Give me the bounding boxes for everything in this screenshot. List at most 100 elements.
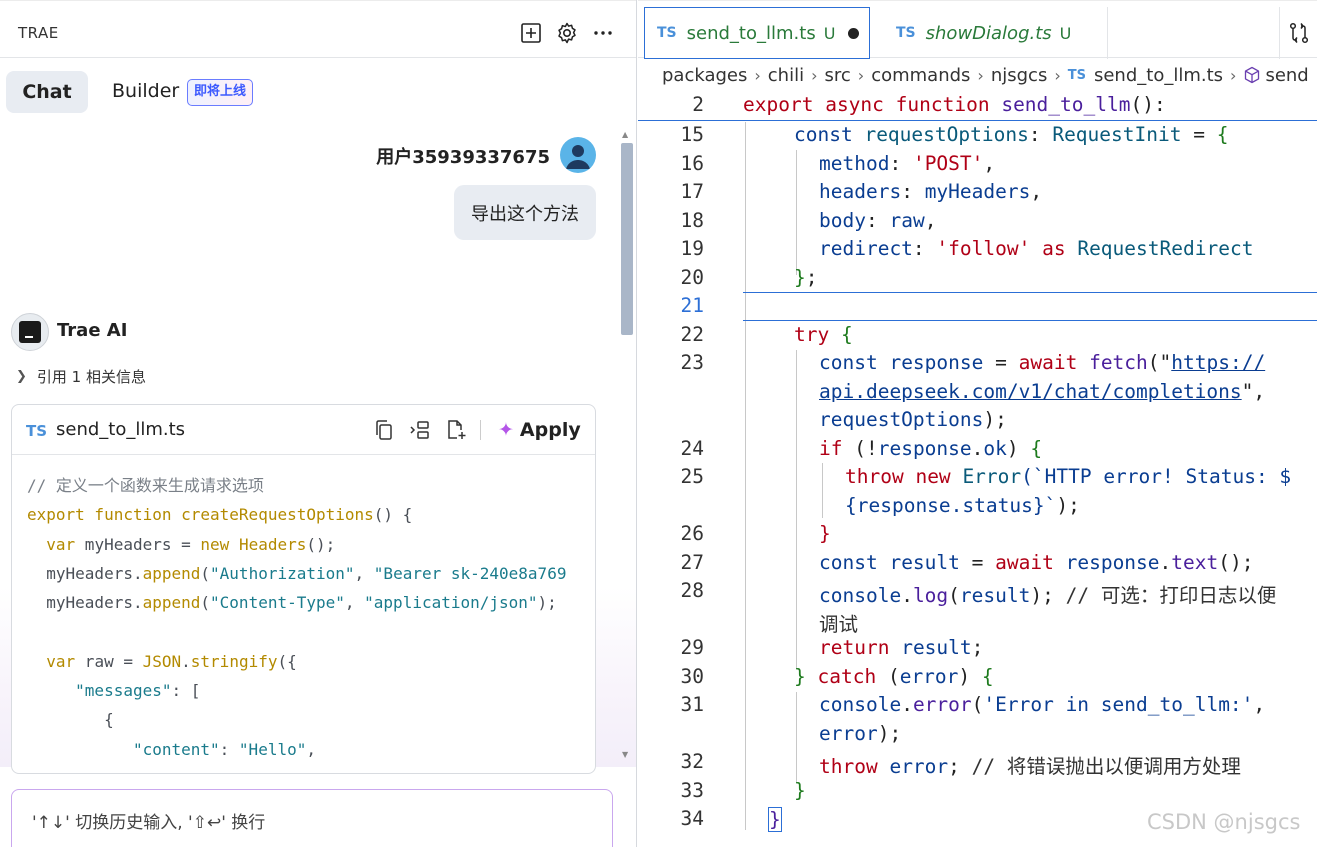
- breadcrumb-item[interactable]: packages: [662, 65, 747, 86]
- code-line[interactable]: console.error('Error in send_to_llm:',: [819, 693, 1265, 716]
- chat-input-placeholder: '↑↓' 切换历史输入, '⇧↩' 换行: [32, 813, 266, 833]
- sticky-scroll-line[interactable]: 2 export async function send_to_llm():: [638, 91, 1317, 121]
- current-line-highlight: [743, 292, 1317, 321]
- breadcrumb-item[interactable]: commands: [871, 65, 970, 86]
- breadcrumb: packages › chili › src › commands › njsgcs › …: [662, 62, 1309, 88]
- user-name: 用户35939337675: [376, 147, 550, 168]
- line-number: 2: [692, 93, 704, 116]
- copy-icon[interactable]: [373, 419, 395, 441]
- code-line[interactable]: throw error; // 将错误抛出以便调用方处理: [819, 750, 1241, 779]
- code-line[interactable]: error);: [819, 722, 901, 745]
- code-line[interactable]: }: [794, 779, 806, 802]
- new-chat-icon[interactable]: [519, 21, 543, 45]
- app-title: TRAE: [18, 24, 59, 42]
- user-message: 导出这个方法: [454, 185, 596, 240]
- new-file-icon[interactable]: [445, 419, 467, 441]
- code-line[interactable]: try {: [794, 323, 853, 346]
- code-line[interactable]: } catch (error) {: [794, 665, 994, 688]
- code-line[interactable]: };: [794, 266, 818, 289]
- line-number: 30: [680, 665, 704, 688]
- code-line[interactable]: }: [819, 522, 831, 545]
- tab-filename: showDialog.ts: [925, 22, 1052, 44]
- sparkle-icon: ✦: [498, 419, 514, 441]
- more-icon[interactable]: [591, 21, 615, 45]
- line-number: 15: [680, 123, 704, 146]
- breadcrumb-item[interactable]: chili: [768, 65, 804, 86]
- editor-tab-send-to-llm[interactable]: TS send_to_llm.ts U: [644, 7, 870, 59]
- code-line: export async function send_to_llm():: [743, 93, 1166, 116]
- scroll-down-icon[interactable]: ▼: [622, 750, 628, 759]
- line-number: 22: [680, 323, 704, 346]
- code-line[interactable]: const requestOptions: RequestInit = {: [794, 123, 1228, 146]
- divider: [480, 420, 481, 440]
- indent-guide: [745, 122, 746, 830]
- code-line: export function createRequestOptions() {: [27, 505, 413, 525]
- indent-guide: [796, 150, 797, 275]
- ts-file-icon: TS: [1067, 67, 1086, 83]
- indent-guide: [796, 692, 797, 782]
- code-line: // 定义一个函数来生成请求选项: [27, 476, 264, 495]
- chevron-right-icon: ›: [857, 65, 865, 85]
- code-block-content: // 定义一个函数来生成请求选项 export function createR…: [27, 471, 566, 764]
- source-control-icon[interactable]: [1279, 7, 1317, 59]
- chat-input[interactable]: '↑↓' 切换历史输入, '⇧↩' 换行: [11, 789, 613, 847]
- tab-chat[interactable]: Chat: [6, 71, 88, 113]
- breadcrumb-item[interactable]: send_to_llm.ts: [1094, 65, 1223, 86]
- breadcrumb-item[interactable]: src: [825, 65, 851, 86]
- code-line[interactable]: redirect: 'follow' as RequestRedirect: [819, 237, 1253, 260]
- code-block-card: TS send_to_llm.ts ✦ Apply // 定义一个函数来生成请求…: [11, 404, 596, 774]
- breadcrumb-item[interactable]: njsgcs: [991, 65, 1048, 86]
- line-number: 21: [680, 294, 704, 317]
- code-line: myHeaders.append("Content-Type", "applic…: [27, 593, 557, 613]
- chevron-right-icon: ›: [811, 65, 818, 85]
- code-line[interactable]: api.deepseek.com/v1/chat/completions",: [819, 380, 1265, 403]
- insert-at-cursor-icon[interactable]: [409, 419, 431, 441]
- line-number: 28: [680, 579, 704, 602]
- chat-scrollbar[interactable]: ▲ ▼: [619, 130, 635, 765]
- code-block-header: TS send_to_llm.ts ✦ Apply: [12, 405, 595, 455]
- code-line[interactable]: if (!response.ok) {: [819, 437, 1042, 460]
- gear-icon[interactable]: [555, 21, 579, 45]
- ts-file-icon: TS: [26, 422, 48, 440]
- code-line[interactable]: throw new Error(`HTTP error! Status: $: [845, 465, 1291, 488]
- code-line: {: [27, 710, 114, 730]
- line-number: 29: [680, 636, 704, 659]
- code-line: myHeaders.append("Authorization", "Beare…: [27, 563, 567, 583]
- trae-logo-icon: [19, 321, 41, 343]
- unsaved-dot-icon[interactable]: [848, 28, 859, 39]
- code-editor: TS send_to_llm.ts U TS showDialog.ts U p…: [638, 0, 1317, 847]
- code-line[interactable]: }: [768, 807, 782, 832]
- code-line[interactable]: method: 'POST',: [819, 152, 995, 175]
- ts-file-icon: TS: [896, 25, 916, 41]
- code-line: var raw = JSON.stringify({: [46, 651, 297, 671]
- untracked-status: U: [1059, 23, 1072, 43]
- code-line[interactable]: 调试: [819, 608, 858, 637]
- reference-toggle[interactable]: ❯ 引用 1 相关信息: [16, 366, 146, 387]
- code-line[interactable]: const result = await response.text();: [819, 551, 1253, 574]
- line-number: 26: [680, 522, 704, 545]
- line-number: 32: [680, 750, 704, 773]
- user-avatar: [560, 137, 596, 173]
- code-line[interactable]: console.log(result); // 可选：打印日志以便: [819, 579, 1276, 608]
- ts-file-icon: TS: [657, 25, 677, 41]
- apply-button[interactable]: ✦ Apply: [498, 417, 581, 443]
- chevron-right-icon: ›: [754, 65, 761, 85]
- code-line[interactable]: {response.status}`);: [845, 494, 1080, 517]
- tab-filename: send_to_llm.ts: [686, 22, 816, 44]
- breadcrumb-item[interactable]: send: [1265, 65, 1308, 86]
- tab-builder[interactable]: Builder: [112, 80, 179, 102]
- code-line[interactable]: requestOptions);: [819, 408, 1007, 431]
- code-line[interactable]: headers: myHeaders,: [819, 180, 1042, 203]
- line-number: 20: [680, 266, 704, 289]
- apply-label: Apply: [519, 419, 581, 441]
- chevron-right-icon: ›: [977, 65, 984, 85]
- code-line[interactable]: return result;: [819, 636, 983, 659]
- line-number: 16: [680, 152, 704, 175]
- code-line[interactable]: body: raw,: [819, 209, 936, 232]
- coming-soon-badge: 即将上线: [187, 79, 254, 106]
- editor-tab-show-dialog[interactable]: TS showDialog.ts U: [876, 7, 1108, 59]
- scrollbar-thumb[interactable]: [621, 143, 633, 335]
- scroll-up-icon[interactable]: ▲: [622, 130, 628, 139]
- code-line[interactable]: const response = await fetch("https://: [819, 351, 1265, 374]
- line-number: 18: [680, 209, 704, 232]
